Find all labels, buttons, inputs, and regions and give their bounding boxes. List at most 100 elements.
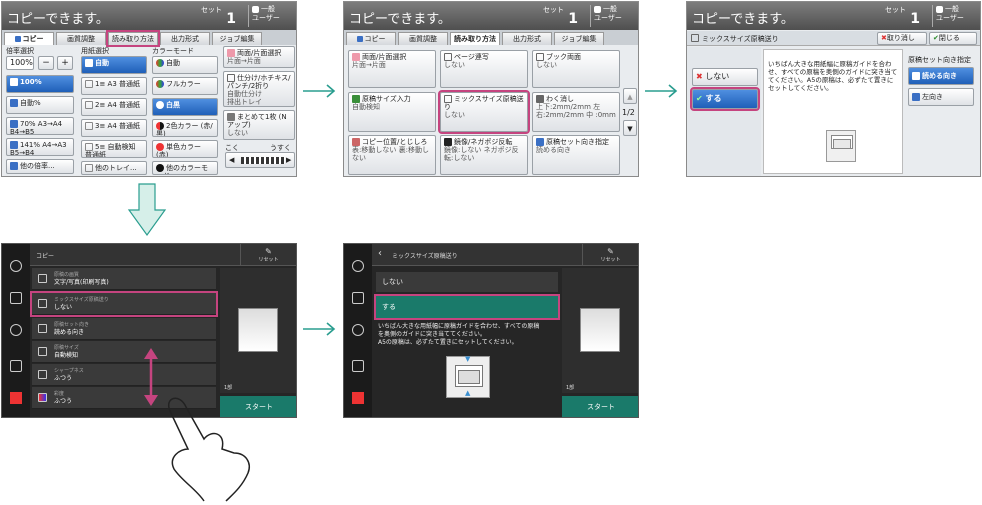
scroll-up-button[interactable]: ▲ [623, 88, 637, 104]
scroll-down-button[interactable]: ▼ [623, 120, 637, 136]
black-white-button[interactable]: 白黒 [152, 98, 218, 116]
user-icon[interactable] [10, 260, 22, 272]
login-icon[interactable] [352, 292, 364, 304]
user-button[interactable]: 一般 ユーザー [248, 5, 292, 27]
reset-button[interactable]: ✎ リセット [582, 244, 638, 266]
image-shift-button[interactable]: コピー位置/とじしろ 表:移動しない 裏:移動しない [348, 135, 436, 175]
tab-image-quality[interactable]: 画質調整 [398, 32, 448, 45]
tab-scan-method[interactable]: 読み取り方法 [106, 30, 160, 47]
mixed-size-originals-button[interactable]: ミックスサイズ原稿送り しない [438, 90, 530, 134]
staple-icon [227, 74, 235, 82]
settings-gear-icon[interactable] [10, 324, 22, 336]
other-ratio-button[interactable]: 他の倍率... [6, 159, 74, 174]
mixed-size-icon [38, 299, 47, 308]
duplex-button[interactable]: 両面/片面選択 片面→片面 [348, 50, 436, 88]
flow-down-arrow-icon [127, 183, 167, 237]
edge-erase-button[interactable]: わく消し 上下:2mm/2mm 左右:2mm/2mm 中 :0mm [532, 92, 620, 132]
job-status-icon[interactable] [352, 360, 364, 372]
paper-tray3-button[interactable]: 3≡ A4 普通紙 [81, 119, 147, 137]
color-auto-button[interactable]: 自動 [152, 56, 218, 74]
book-duplex-button[interactable]: ブック両面 しない [532, 50, 620, 88]
original-size-button[interactable]: 原稿サイズ入力 自動検知 [348, 92, 436, 132]
mixed-size-icon [444, 95, 452, 103]
list-item[interactable]: 原稿の画質 文字/写真(印刷写真) [32, 268, 216, 290]
login-icon[interactable] [10, 292, 22, 304]
close-button[interactable]: ✔閉じる [929, 32, 977, 45]
mixed-on-button[interactable]: ✔ する [690, 87, 760, 111]
full-color-button[interactable]: フルカラー [152, 77, 218, 95]
ratio-100-button[interactable]: 100% [6, 75, 74, 93]
copy-count: 1部 [566, 385, 575, 391]
top-bar: コピー ✎ リセット [30, 244, 296, 266]
zoom-plus-button[interactable]: + [57, 56, 73, 70]
arrow-left-icon: ◀ [229, 156, 235, 164]
tab-copy[interactable]: コピー [346, 32, 396, 45]
tab-image-quality[interactable]: 画質調整 [56, 32, 106, 45]
tab-output-format[interactable]: 出力形式 [502, 32, 552, 45]
original-orientation-button[interactable]: 原稿セット向き指定 読める向き [532, 135, 620, 175]
duplex-button[interactable]: 両面/片面選択 片面→片面 [223, 46, 295, 68]
pen-icon: ✎ [607, 247, 614, 256]
tray-icon [85, 122, 93, 130]
tab-job-edit[interactable]: ジョブ編集 [554, 32, 604, 45]
list-item[interactable]: 原稿セット向き 読める向き [32, 318, 216, 340]
user-icon[interactable] [352, 260, 364, 272]
ratio-auto-button[interactable]: 自動% [6, 96, 74, 114]
ratio-141-button[interactable]: 141% A4→A3 B5→B4 [6, 138, 74, 156]
tab-job-edit[interactable]: ジョブ編集 [212, 32, 262, 45]
user-icon [252, 5, 259, 13]
mixed-on-option[interactable]: する [374, 294, 560, 320]
tab-copy[interactable]: コピー [4, 32, 54, 45]
paper-label: 用紙選択 [81, 47, 109, 55]
finishing-button[interactable]: 仕分け/ホチキス/パンチ/2折り 自動仕分け 排出トレイ [223, 71, 295, 107]
paper-icon [85, 59, 93, 67]
settings-gear-icon[interactable] [352, 324, 364, 336]
mixed-off-option[interactable]: しない [376, 272, 558, 292]
paper-auto-button[interactable]: 自動 [81, 56, 147, 74]
mixed-off-button[interactable]: ✖ しない [692, 68, 758, 86]
density-scale [241, 157, 285, 164]
zoom-input[interactable]: 100% [6, 56, 34, 70]
ratio-70-button[interactable]: 70% A3→A4 B4→B5 [6, 117, 74, 135]
set-count: セット 1 [885, 6, 920, 27]
user-button[interactable]: 一般 ユーザー [590, 5, 634, 27]
cancel-button[interactable]: ✖取り消し [877, 32, 927, 45]
mixed-size-list-item[interactable]: ミックスサイズ原稿送り しない [30, 291, 218, 317]
nup-button[interactable]: まとめて1枚 (Nアップ) しない [223, 110, 295, 140]
user-button[interactable]: 一般 ユーザー [932, 5, 976, 27]
orientation-icon [38, 324, 47, 333]
start-button[interactable]: スタート [562, 396, 638, 417]
original-size-icon [38, 347, 47, 356]
other-color-button[interactable]: 他のカラーモード... [152, 161, 218, 175]
tray-icon [85, 101, 93, 109]
paper-tray2-button[interactable]: 2≡ A4 普通紙 [81, 98, 147, 116]
color-palette-icon [156, 59, 164, 67]
zoom-minus-button[interactable]: − [38, 56, 54, 70]
reset-button[interactable]: ✎ リセット [240, 244, 296, 266]
orientation-icon [536, 138, 544, 146]
orientation-left-button[interactable]: 左向き [908, 88, 974, 106]
paper-tray1-button[interactable]: 1≡ A3 普通紙 [81, 77, 147, 95]
job-status-icon[interactable] [10, 360, 22, 372]
other-tray-button[interactable]: 他のトレイ... [81, 161, 147, 175]
orientation-readable-button[interactable]: 読める向き [908, 67, 974, 85]
tab-scan-method[interactable]: 読み取り方法 [450, 32, 500, 45]
dialog-title: ミックスサイズ原稿送り [702, 35, 779, 43]
original-set-illustration [826, 130, 856, 162]
single-color-button[interactable]: 単色カラー (赤) [152, 140, 218, 158]
orientation-label: 原稿セット向き指定 [908, 56, 971, 64]
paper-tray5-button[interactable]: 5≡ 自動検知 普通紙 [81, 140, 147, 158]
two-color-button[interactable]: 2色カラー (赤/黒) [152, 119, 218, 137]
status-title: コピーできます。 [7, 12, 109, 27]
mirror-negative-button[interactable]: 鏡像/ネガポジ反転 鏡像:しない ネガポジ反転:しない [440, 135, 528, 175]
page-continuous-button[interactable]: ページ連写 しない [440, 50, 528, 88]
readable-orientation-icon [912, 72, 920, 80]
preview-thumbnail [580, 308, 620, 352]
density-slider[interactable]: ◀ ▶ [225, 152, 295, 168]
stop-icon[interactable] [352, 392, 364, 404]
stop-icon[interactable] [10, 392, 22, 404]
tab-output-format[interactable]: 出力形式 [160, 32, 210, 45]
status-header: コピーできます。 セット 1 一般 ユーザー [687, 2, 980, 30]
back-chevron-icon[interactable]: ‹ [378, 248, 382, 259]
check-icon: ✔ [696, 94, 703, 103]
